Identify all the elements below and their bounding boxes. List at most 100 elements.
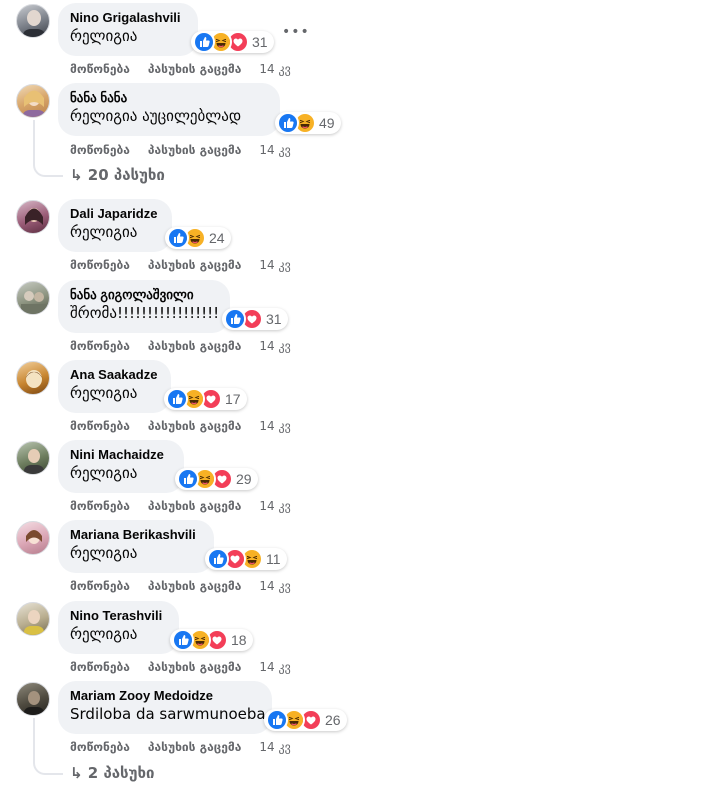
reply-link[interactable]: პასუხის გაცემა xyxy=(148,419,241,433)
reaction-count: 31 xyxy=(252,34,268,50)
like-reaction-icon xyxy=(193,31,215,53)
comment-actions: მოწონება პასუხის გაცემა 14 კვ xyxy=(70,499,291,513)
comment-text: რელიგია xyxy=(70,384,138,402)
reaction-summary[interactable]: 26 xyxy=(264,709,347,731)
reaction-summary[interactable]: 11 xyxy=(205,548,287,570)
avatar[interactable] xyxy=(16,281,50,315)
avatar[interactable] xyxy=(16,682,50,716)
comment-actions: მოწონება პასუხის გაცემა 14 კვ xyxy=(70,143,291,157)
view-replies-link[interactable]: ↳ 2 პასუხი xyxy=(70,764,154,782)
comment-bubble: Dali Japaridze რელიგია xyxy=(58,199,172,252)
comment-author[interactable]: Ana Saakadze xyxy=(70,367,159,383)
like-reaction-icon xyxy=(266,709,288,731)
thread-line xyxy=(33,120,35,164)
reply-link[interactable]: პასუხის გაცემა xyxy=(148,499,241,513)
comment-author[interactable]: Dali Japaridze xyxy=(70,206,160,222)
comment-author[interactable]: Mariam Zooy Medoidze xyxy=(70,688,260,704)
comment-bubble: ნანა ნანა რელიგია აუცილებლად xyxy=(58,83,280,136)
like-link[interactable]: მოწონება xyxy=(70,339,130,353)
reaction-count: 49 xyxy=(319,115,335,131)
reaction-summary[interactable]: 29 xyxy=(175,468,258,490)
comment-author[interactable]: Nino Terashvili xyxy=(70,608,167,624)
comment-bubble: Mariam Zooy Medoidze Srdiloba da sarwmun… xyxy=(58,681,272,734)
like-link[interactable]: მოწონება xyxy=(70,419,130,433)
avatar[interactable] xyxy=(16,84,50,118)
comment-actions: მოწონება პასუხის გაცემა 14 კვ xyxy=(70,339,291,353)
like-link[interactable]: მოწონება xyxy=(70,740,130,754)
like-reaction-icon xyxy=(177,468,199,490)
avatar[interactable] xyxy=(16,441,50,475)
like-reaction-icon xyxy=(277,112,299,134)
comment-bubble: ნანა გიგოლაშვილი შრომა!!!!!!!!!!!!!!!!! xyxy=(58,280,230,333)
comment-author[interactable]: ნანა ნანა xyxy=(70,90,268,106)
comment-actions: მოწონება პასუხის გაცემა 14 კვ xyxy=(70,419,291,433)
reply-link[interactable]: პასუხის გაცემა xyxy=(148,579,241,593)
timestamp[interactable]: 14 კვ xyxy=(259,258,290,272)
reaction-summary[interactable]: 49 xyxy=(275,112,341,134)
comment-actions: მოწონება პასუხის გაცემა 14 კვ xyxy=(70,62,291,76)
reply-link[interactable]: პასუხის გაცემა xyxy=(148,62,241,76)
timestamp[interactable]: 14 კვ xyxy=(259,339,290,353)
thread-line xyxy=(33,718,35,762)
thread-hook xyxy=(33,761,63,775)
reaction-count: 11 xyxy=(266,551,281,567)
comment-bubble: Nini Machaidze რელიგია xyxy=(58,440,184,493)
reaction-count: 18 xyxy=(231,632,247,648)
comment-author[interactable]: ნანა გიგოლაშვილი xyxy=(70,287,218,303)
reaction-count: 24 xyxy=(209,230,225,246)
timestamp[interactable]: 14 კვ xyxy=(259,660,290,674)
like-link[interactable]: მოწონება xyxy=(70,62,130,76)
reply-link[interactable]: პასუხის გაცემა xyxy=(148,143,241,157)
reaction-summary[interactable]: 31 xyxy=(222,308,288,330)
comment-bubble: Mariana Berikashvili რელიგია xyxy=(58,520,214,573)
comment-text: რელიგია xyxy=(70,223,138,241)
like-reaction-icon xyxy=(167,227,189,249)
reaction-count: 29 xyxy=(236,471,252,487)
comment-text: რელიგია xyxy=(70,464,138,482)
reaction-summary[interactable]: 18 xyxy=(170,629,253,651)
timestamp[interactable]: 14 კვ xyxy=(259,143,290,157)
comment-bubble: Ana Saakadze რელიგია xyxy=(58,360,171,413)
avatar[interactable] xyxy=(16,200,50,234)
comment-author[interactable]: Nini Machaidze xyxy=(70,447,172,463)
comment-actions: მოწონება პასუხის გაცემა 14 კვ xyxy=(70,579,291,593)
like-reaction-icon xyxy=(166,388,188,410)
like-link[interactable]: მოწონება xyxy=(70,258,130,272)
reaction-count: 17 xyxy=(225,391,241,407)
reaction-summary[interactable]: 17 xyxy=(164,388,247,410)
comment-author[interactable]: Mariana Berikashvili xyxy=(70,527,202,543)
timestamp[interactable]: 14 კვ xyxy=(259,740,290,754)
like-link[interactable]: მოწონება xyxy=(70,499,130,513)
comment-text: შრომა!!!!!!!!!!!!!!!!! xyxy=(70,304,220,322)
view-replies-link[interactable]: ↳ 20 პასუხი xyxy=(70,166,165,184)
timestamp[interactable]: 14 კვ xyxy=(259,499,290,513)
avatar[interactable] xyxy=(16,361,50,395)
reply-link[interactable]: პასუხის გაცემა xyxy=(148,660,241,674)
avatar[interactable] xyxy=(16,4,50,38)
comment-bubble: Nino Terashvili რელიგია xyxy=(58,601,179,654)
comment-actions: მოწონება პასუხის გაცემა 14 კვ xyxy=(70,740,291,754)
reply-link[interactable]: პასუხის გაცემა xyxy=(148,339,241,353)
thread-hook xyxy=(33,163,63,177)
comment-author[interactable]: Nino Grigalashvili xyxy=(70,10,186,26)
comment-text: Srdiloba da sarwmunoeba xyxy=(70,705,266,723)
like-link[interactable]: მოწონება xyxy=(70,143,130,157)
reaction-summary[interactable]: 24 xyxy=(165,227,231,249)
avatar[interactable] xyxy=(16,521,50,555)
like-reaction-icon xyxy=(224,308,246,330)
avatar[interactable] xyxy=(16,602,50,636)
comment-bubble: Nino Grigalashvili რელიგია xyxy=(58,3,198,56)
like-link[interactable]: მოწონება xyxy=(70,660,130,674)
more-horizontal-icon[interactable]: ••• xyxy=(282,24,310,40)
reply-link[interactable]: პასუხის გაცემა xyxy=(148,258,241,272)
timestamp[interactable]: 14 კვ xyxy=(259,419,290,433)
like-reaction-icon xyxy=(207,548,229,570)
timestamp[interactable]: 14 კვ xyxy=(259,62,290,76)
comment-actions: მოწონება პასუხის გაცემა 14 კვ xyxy=(70,258,291,272)
like-link[interactable]: მოწონება xyxy=(70,579,130,593)
comment-text: რელიგია xyxy=(70,27,138,45)
reaction-count: 26 xyxy=(325,712,341,728)
timestamp[interactable]: 14 კვ xyxy=(259,579,290,593)
reply-link[interactable]: პასუხის გაცემა xyxy=(148,740,241,754)
reaction-summary[interactable]: 31 xyxy=(191,31,274,53)
